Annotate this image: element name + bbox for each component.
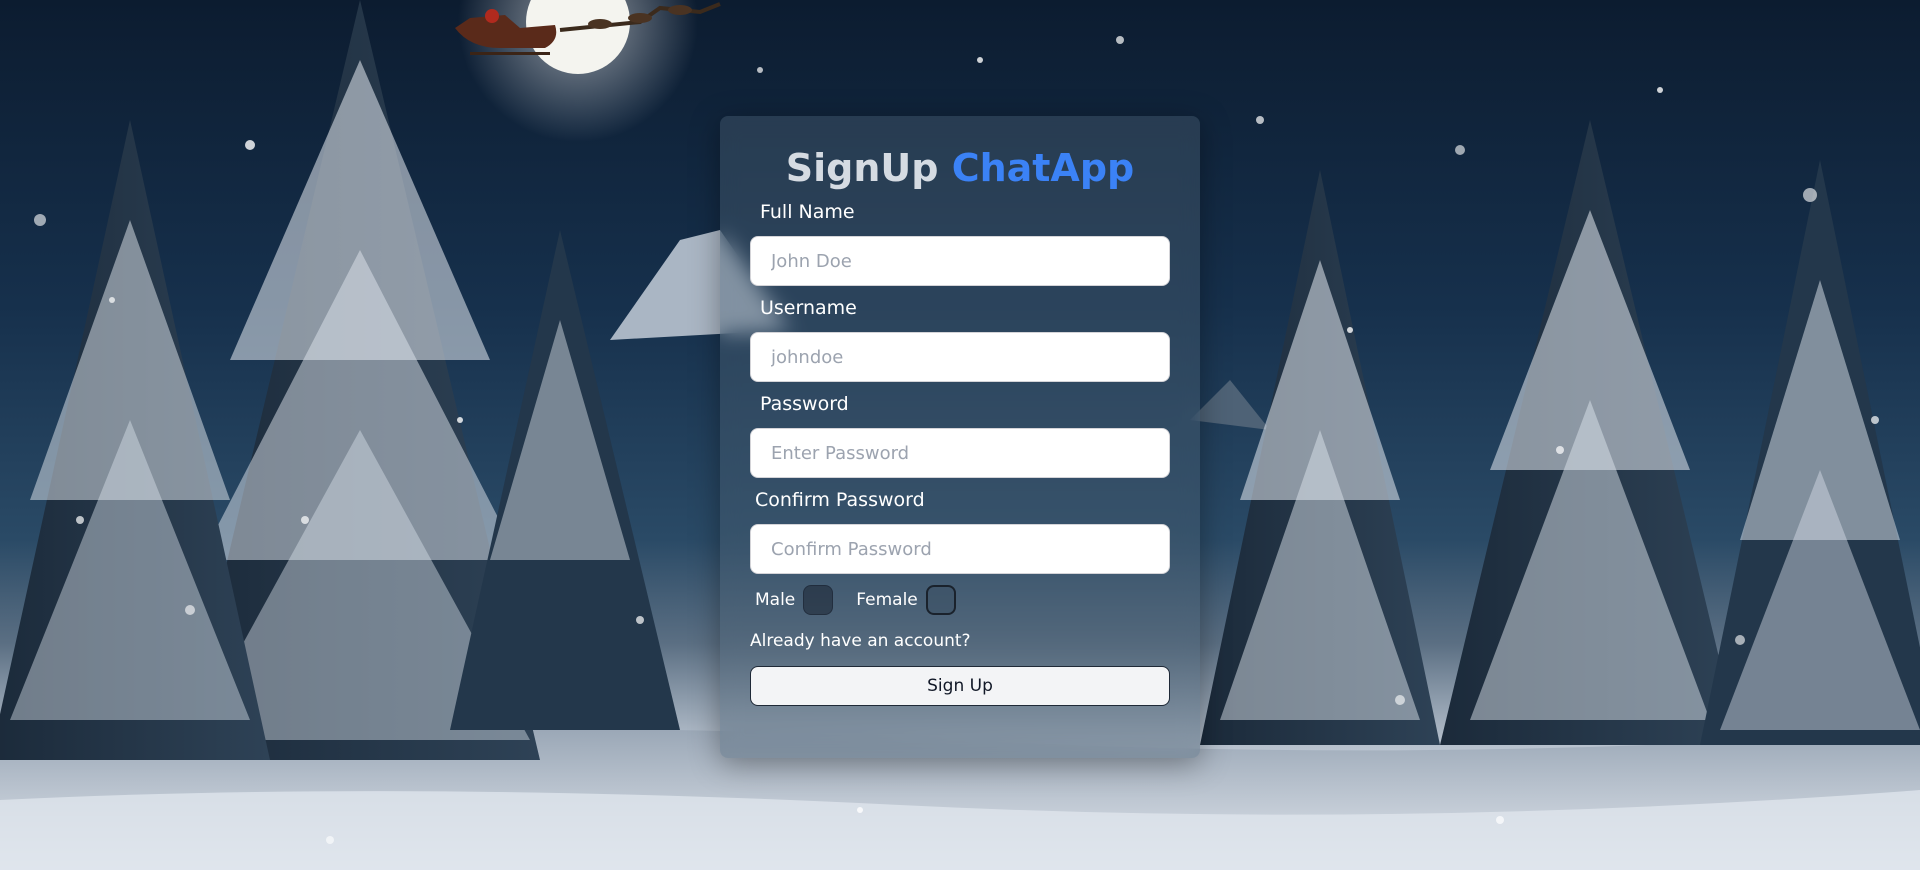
brand-name: ChatApp [951, 146, 1135, 190]
login-link[interactable]: Already have an account? [750, 630, 1170, 652]
full-name-label: Full Name [760, 201, 855, 223]
password-label: Password [760, 393, 849, 415]
female-checkbox[interactable] [925, 585, 956, 615]
gender-option-female[interactable]: Female [856, 585, 956, 615]
full-name-input[interactable] [750, 236, 1170, 286]
page-title: SignUp ChatApp [750, 146, 1170, 190]
username-input[interactable] [750, 332, 1170, 382]
pine-tree-icon [1700, 160, 1920, 745]
confirm-password-label: Confirm Password [755, 489, 925, 511]
background-scene: SignUp ChatApp Full Name Username Passwo… [0, 0, 1920, 870]
username-label: Username [760, 297, 857, 319]
male-label: Male [755, 590, 796, 610]
pine-tree-icon [1200, 170, 1440, 745]
signup-form-card: SignUp ChatApp Full Name Username Passwo… [720, 116, 1200, 758]
male-checkbox[interactable] [803, 585, 834, 615]
title-prefix: SignUp [785, 146, 939, 190]
gender-selector: Male Female [750, 584, 1170, 616]
password-input[interactable] [750, 428, 1170, 478]
female-label: Female [856, 590, 918, 610]
confirm-password-input[interactable] [750, 524, 1170, 574]
pine-tree-icon [1440, 120, 1740, 745]
signup-button[interactable]: Sign Up [750, 666, 1170, 706]
gender-option-male[interactable]: Male [755, 585, 834, 615]
